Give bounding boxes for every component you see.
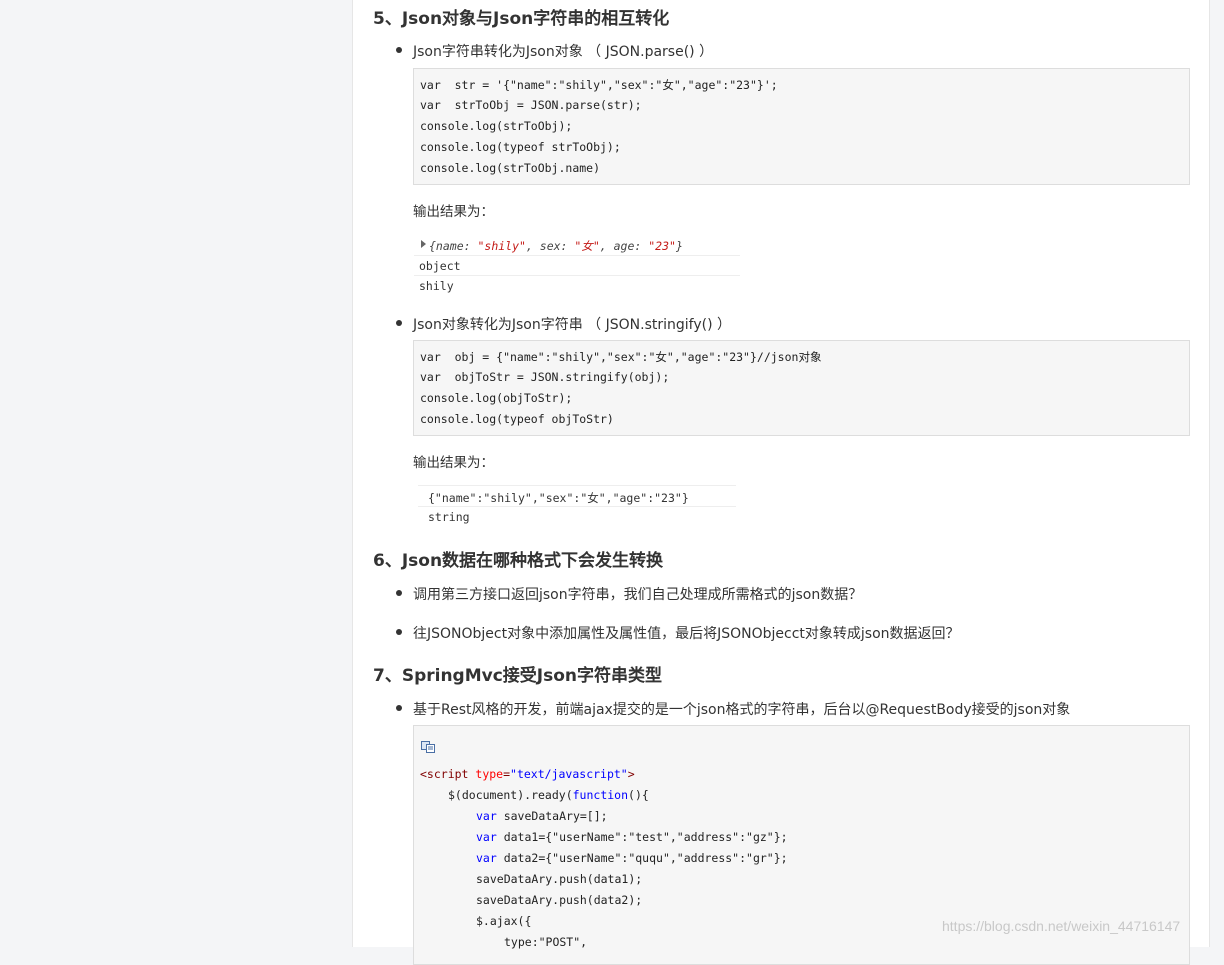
section-7-heading: 7、SpringMvc接受Json字符串类型 (373, 666, 663, 686)
console-output-line: shily (419, 279, 454, 293)
code-line: var str = '{"name":"shily","sex":"女","ag… (420, 78, 778, 92)
output-label: 输出结果为： (413, 455, 494, 471)
list-item-jsonobject: 往JSONObject对象中添加属性及属性值，最后将JSONObjecct对象转… (413, 626, 960, 642)
code-block-stringify: var obj = {"name":"shily","sex":"女","age… (413, 340, 1190, 436)
code-line: $(document).ready(function(){ (448, 788, 649, 802)
console-divider (418, 485, 736, 486)
console-output-line: object (419, 259, 461, 273)
code-line: var data2={"userName":"ququ","address":"… (476, 851, 788, 865)
list-item-json-stringify: Json对象转化为Json字符串 （ JSON.stringify() ） (413, 317, 732, 333)
console-object-output[interactable]: {name: "shily", sex: "女", age: "23"} (429, 238, 683, 254)
code-line: $.ajax({ (476, 914, 532, 928)
bullet-dot (396, 47, 402, 53)
code-line: var objToStr = JSON.stringify(obj); (420, 370, 670, 384)
expand-triangle-icon[interactable] (421, 240, 426, 248)
console-output-line: {"name":"shily","sex":"女","age":"23"} (428, 491, 689, 505)
list-item-json-parse: Json字符串转化为Json对象 （ JSON.parse() ） (413, 44, 714, 60)
output-label: 输出结果为： (413, 204, 494, 220)
code-line: console.log(typeof objToStr) (420, 412, 614, 426)
code-line: saveDataAry.push(data1); (476, 872, 643, 886)
code-line: console.log(typeof strToObj); (420, 140, 621, 154)
bullet-dot (396, 629, 402, 635)
code-line: var strToObj = JSON.parse(str); (420, 98, 642, 112)
code-line: var obj = {"name":"shily","sex":"女","age… (420, 350, 822, 364)
console-divider (414, 275, 740, 276)
bullet-dot (396, 705, 402, 711)
console-divider (418, 506, 736, 507)
right-gutter (1210, 0, 1224, 947)
list-item-rest: 基于Rest风格的开发，前端ajax提交的是一个json格式的字符串，后台以@R… (413, 702, 1071, 718)
bullet-dot (396, 320, 402, 326)
code-line: <script type="text/javascript"> (420, 767, 635, 781)
console-divider (414, 255, 740, 256)
code-line: saveDataAry.push(data2); (476, 893, 643, 907)
section-5-heading: 5、Json对象与Json字符串的相互转化 (373, 9, 670, 29)
code-block-parse: var str = '{"name":"shily","sex":"女","ag… (413, 68, 1190, 185)
bullet-dot (396, 590, 402, 596)
code-line: console.log(strToObj); (420, 119, 573, 133)
code-line: var data1={"userName":"test","address":"… (476, 830, 788, 844)
console-output-line: string (428, 510, 470, 524)
list-item-third-party: 调用第三方接口返回json字符串，我们自己处理成所需格式的json数据？ (413, 587, 863, 603)
watermark: https://blog.csdn.net/weixin_44716147 (942, 918, 1181, 934)
code-line: console.log(strToObj.name) (420, 161, 601, 175)
code-line: var saveDataAry=[]; (476, 809, 608, 823)
section-6-heading: 6、Json数据在哪种格式下会发生转换 (373, 551, 664, 571)
copy-code-icon[interactable] (421, 741, 435, 753)
code-line: console.log(objToStr); (420, 391, 573, 405)
left-gutter (0, 0, 352, 947)
